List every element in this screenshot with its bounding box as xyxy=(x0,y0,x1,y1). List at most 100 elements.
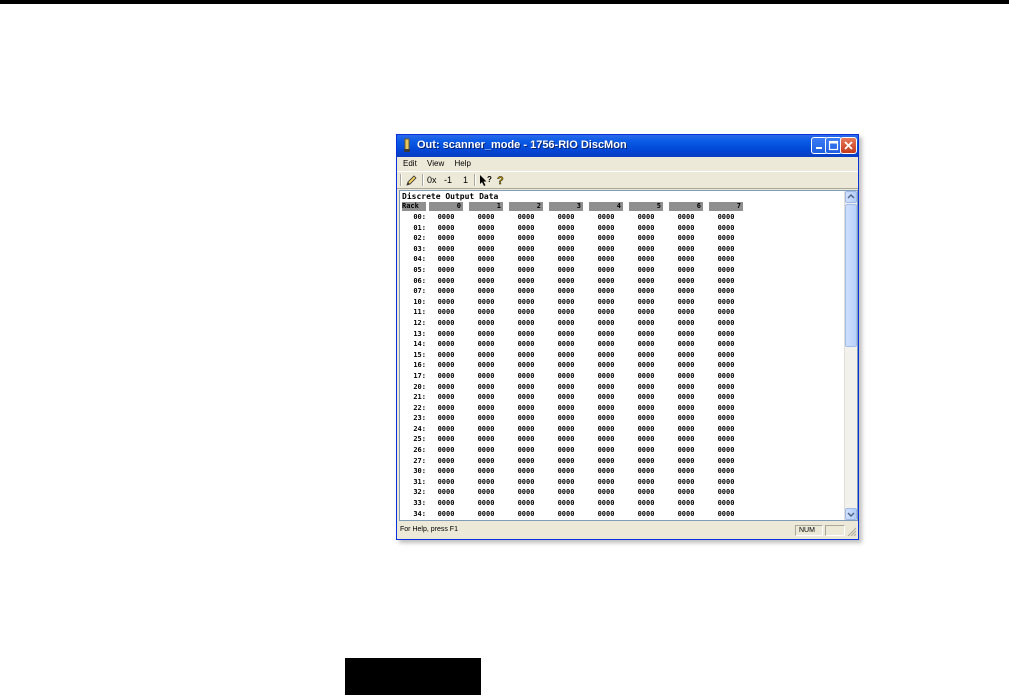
table-cell[interactable]: 0000 xyxy=(549,233,583,244)
table-cell[interactable]: 0000 xyxy=(509,276,543,287)
table-cell[interactable]: 0000 xyxy=(509,413,543,424)
table-cell[interactable]: 0000 xyxy=(429,498,463,509)
table-cell[interactable]: 0000 xyxy=(629,265,663,276)
table-cell[interactable]: 0000 xyxy=(469,403,503,414)
menu-help[interactable]: Help xyxy=(454,157,470,171)
table-cell[interactable]: 0000 xyxy=(709,233,743,244)
table-cell[interactable]: 0000 xyxy=(429,371,463,382)
table-cell[interactable]: 0000 xyxy=(709,498,743,509)
table-cell[interactable]: 0000 xyxy=(629,403,663,414)
table-cell[interactable]: 0000 xyxy=(549,413,583,424)
table-cell[interactable]: 0000 xyxy=(429,233,463,244)
table-cell[interactable]: 0000 xyxy=(429,424,463,435)
table-cell[interactable]: 0000 xyxy=(429,307,463,318)
table-cell[interactable]: 0000 xyxy=(589,265,623,276)
table-cell[interactable]: 0000 xyxy=(549,487,583,498)
vertical-scrollbar[interactable] xyxy=(844,191,857,520)
table-cell[interactable]: 0000 xyxy=(629,509,663,520)
table-cell[interactable]: 0000 xyxy=(509,233,543,244)
table-cell[interactable]: 0000 xyxy=(509,434,543,445)
table-cell[interactable]: 0000 xyxy=(589,403,623,414)
table-cell[interactable]: 0000 xyxy=(429,382,463,393)
table-cell[interactable]: 0000 xyxy=(589,339,623,350)
table-cell[interactable]: 0000 xyxy=(549,434,583,445)
table-cell[interactable]: 0000 xyxy=(589,413,623,424)
table-cell[interactable]: 0000 xyxy=(549,254,583,265)
table-cell[interactable]: 0000 xyxy=(629,339,663,350)
table-cell[interactable]: 0000 xyxy=(709,445,743,456)
table-cell[interactable]: 0000 xyxy=(429,254,463,265)
table-cell[interactable]: 0000 xyxy=(669,265,703,276)
table-cell[interactable]: 0000 xyxy=(469,286,503,297)
table-cell[interactable]: 0000 xyxy=(589,286,623,297)
table-cell[interactable]: 0000 xyxy=(509,487,543,498)
table-cell[interactable]: 0000 xyxy=(589,307,623,318)
table-cell[interactable]: 0000 xyxy=(589,487,623,498)
table-cell[interactable]: 0000 xyxy=(709,360,743,371)
table-cell[interactable]: 0000 xyxy=(429,276,463,287)
table-cell[interactable]: 0000 xyxy=(589,424,623,435)
table-cell[interactable]: 0000 xyxy=(589,382,623,393)
table-cell[interactable]: 0000 xyxy=(629,445,663,456)
table-cell[interactable]: 0000 xyxy=(669,424,703,435)
table-cell[interactable]: 0000 xyxy=(509,329,543,340)
table-cell[interactable]: 0000 xyxy=(429,339,463,350)
table-cell[interactable]: 0000 xyxy=(429,244,463,255)
table-cell[interactable]: 0000 xyxy=(709,487,743,498)
table-cell[interactable]: 0000 xyxy=(469,233,503,244)
table-cell[interactable]: 0000 xyxy=(629,424,663,435)
table-cell[interactable]: 0000 xyxy=(709,382,743,393)
table-cell[interactable]: 0000 xyxy=(669,466,703,477)
table-cell[interactable]: 0000 xyxy=(509,498,543,509)
table-cell[interactable]: 0000 xyxy=(669,456,703,467)
table-cell[interactable]: 0000 xyxy=(469,424,503,435)
table-cell[interactable]: 0000 xyxy=(709,307,743,318)
table-cell[interactable]: 0000 xyxy=(469,350,503,361)
table-cell[interactable]: 0000 xyxy=(549,456,583,467)
table-cell[interactable]: 0000 xyxy=(429,509,463,520)
table-cell[interactable]: 0000 xyxy=(589,223,623,234)
table-cell[interactable]: 0000 xyxy=(469,382,503,393)
table-cell[interactable]: 0000 xyxy=(549,276,583,287)
table-cell[interactable]: 0000 xyxy=(629,487,663,498)
table-cell[interactable]: 0000 xyxy=(429,445,463,456)
table-cell[interactable]: 0000 xyxy=(589,254,623,265)
table-cell[interactable]: 0000 xyxy=(709,509,743,520)
table-cell[interactable]: 0000 xyxy=(629,498,663,509)
table-cell[interactable]: 0000 xyxy=(549,403,583,414)
table-cell[interactable]: 0000 xyxy=(469,339,503,350)
table-cell[interactable]: 0000 xyxy=(469,445,503,456)
table-cell[interactable]: 0000 xyxy=(629,318,663,329)
table-cell[interactable]: 0000 xyxy=(709,477,743,488)
table-cell[interactable]: 0000 xyxy=(709,223,743,234)
table-cell[interactable]: 0000 xyxy=(589,360,623,371)
table-cell[interactable]: 0000 xyxy=(589,350,623,361)
table-cell[interactable]: 0000 xyxy=(469,509,503,520)
table-cell[interactable]: 0000 xyxy=(509,392,543,403)
table-cell[interactable]: 0000 xyxy=(509,297,543,308)
table-cell[interactable]: 0000 xyxy=(549,509,583,520)
table-cell[interactable]: 0000 xyxy=(549,424,583,435)
table-cell[interactable]: 0000 xyxy=(429,286,463,297)
table-cell[interactable]: 0000 xyxy=(429,297,463,308)
table-cell[interactable]: 0000 xyxy=(629,350,663,361)
table-cell[interactable]: 0000 xyxy=(549,371,583,382)
table-cell[interactable]: 0000 xyxy=(669,487,703,498)
table-cell[interactable]: 0000 xyxy=(549,265,583,276)
table-cell[interactable]: 0000 xyxy=(509,477,543,488)
table-cell[interactable]: 0000 xyxy=(709,297,743,308)
table-cell[interactable]: 0000 xyxy=(709,424,743,435)
table-cell[interactable]: 0000 xyxy=(469,487,503,498)
table-cell[interactable]: 0000 xyxy=(549,318,583,329)
table-cell[interactable]: 0000 xyxy=(589,276,623,287)
table-cell[interactable]: 0000 xyxy=(709,392,743,403)
table-cell[interactable]: 0000 xyxy=(429,434,463,445)
table-cell[interactable]: 0000 xyxy=(549,297,583,308)
context-help-icon[interactable]: ? xyxy=(479,174,492,187)
table-cell[interactable]: 0000 xyxy=(509,265,543,276)
table-cell[interactable]: 0000 xyxy=(509,382,543,393)
table-cell[interactable]: 0000 xyxy=(509,371,543,382)
table-cell[interactable]: 0000 xyxy=(709,413,743,424)
table-cell[interactable]: 0000 xyxy=(629,456,663,467)
table-cell[interactable]: 0000 xyxy=(709,212,743,223)
